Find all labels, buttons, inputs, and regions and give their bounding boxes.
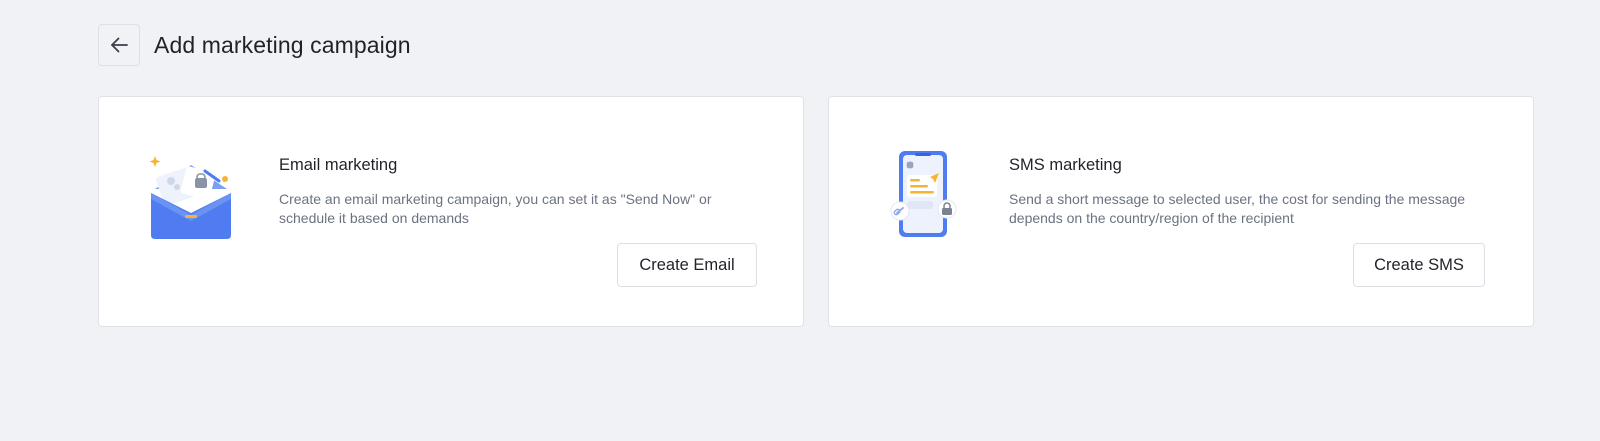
page: Add marketing campaign Email marketing C… <box>0 0 1600 441</box>
email-envelope-illustration <box>149 156 231 239</box>
page-header: Add marketing campaign <box>98 24 411 66</box>
email-marketing-card: Email marketing Create an email marketin… <box>98 96 804 327</box>
email-card-title: Email marketing <box>279 156 398 174</box>
back-button[interactable] <box>98 24 140 66</box>
email-card-text: Email marketing Create an email marketin… <box>279 156 759 228</box>
sms-card-text: SMS marketing Send a short message to se… <box>1009 156 1489 228</box>
sms-card-description: Send a short message to selected user, t… <box>1009 191 1466 226</box>
create-email-button[interactable]: Create Email <box>617 243 757 287</box>
arrow-left-icon <box>111 37 128 53</box>
sms-card-title: SMS marketing <box>1009 156 1122 174</box>
email-card-description: Create an email marketing campaign, you … <box>279 191 712 226</box>
create-sms-button[interactable]: Create SMS <box>1353 243 1485 287</box>
page-title: Add marketing campaign <box>154 31 411 58</box>
sms-marketing-card: SMS marketing Send a short message to se… <box>828 96 1534 327</box>
phone-sms-illustration <box>890 151 957 237</box>
